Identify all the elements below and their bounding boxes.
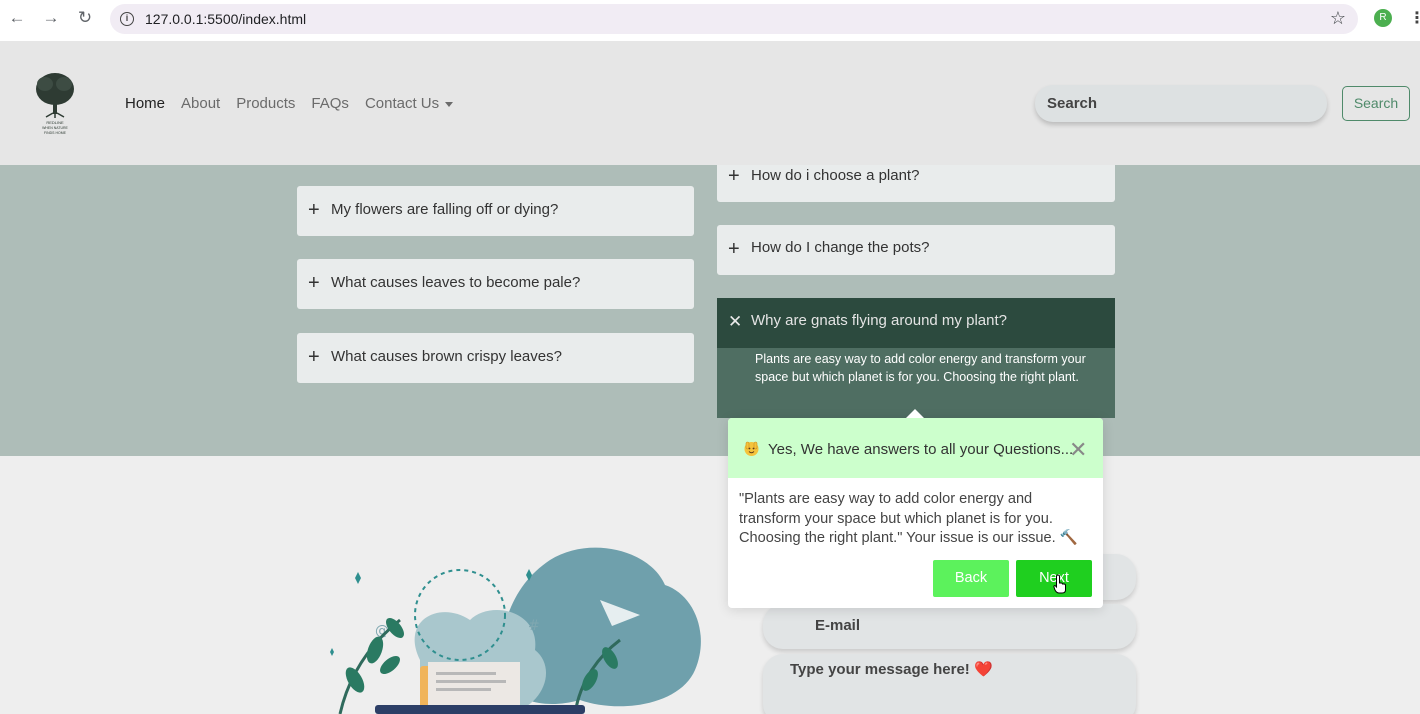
nav-link-products[interactable]: Products	[236, 95, 295, 112]
nav-link-contact-label: Contact Us	[364, 95, 440, 112]
faq-answer: Plants are easy way to add color energy …	[717, 348, 1115, 418]
plus-icon: +	[308, 346, 320, 368]
faq-item-open[interactable]: ✕ Why are gnats flying around my plant?	[717, 298, 1115, 348]
reload-icon[interactable]: ↻	[74, 7, 96, 29]
message-field[interactable]: Type your message here! ❤️	[763, 654, 1136, 714]
tree-logo-icon: REDLINE WHEN NATURE FINDS HOME	[36, 73, 74, 135]
svg-text:REDLINE: REDLINE	[46, 120, 64, 125]
site-logo[interactable]: REDLINE WHEN NATURE FINDS HOME	[30, 71, 80, 135]
raising-hands-emoji-icon	[744, 441, 759, 456]
back-button[interactable]: Back	[933, 560, 1009, 597]
profile-avatar[interactable]: R	[1374, 9, 1392, 27]
svg-text:FINDS HOME: FINDS HOME	[44, 131, 67, 135]
tour-popover: Yes, We have answers to all your Questio…	[728, 409, 1103, 608]
plus-icon: +	[308, 199, 320, 221]
email-field[interactable]: E-mail	[763, 604, 1136, 649]
faq-question: Why are gnats flying around my plant?	[751, 312, 1007, 329]
site-navbar: REDLINE WHEN NATURE FINDS HOME Home Abou…	[0, 41, 1420, 165]
plus-icon: +	[728, 238, 740, 260]
contact-section	[0, 456, 1420, 714]
search-input[interactable]: Search	[1035, 85, 1327, 122]
nav-link-contact[interactable]: Contact Us	[364, 95, 454, 112]
url-text[interactable]: 127.0.0.1:5500/index.html	[145, 11, 306, 27]
search-button[interactable]: Search	[1342, 86, 1410, 121]
nav-links: Home About Products FAQs Contact Us	[125, 95, 469, 112]
faq-item[interactable]: + My flowers are falling off or dying?	[297, 186, 694, 236]
nav-link-about[interactable]: About	[181, 95, 220, 112]
faq-question: How do I change the pots?	[751, 239, 930, 256]
back-arrow-icon[interactable]: ←	[6, 7, 28, 29]
nav-link-home[interactable]: Home	[125, 95, 165, 112]
close-icon[interactable]: ✕	[1069, 439, 1087, 461]
faq-item[interactable]: + How do I change the pots?	[717, 225, 1115, 275]
popover-body: "Plants are easy way to add color energy…	[739, 491, 1078, 546]
faq-section	[0, 165, 1420, 456]
hand-cursor-icon	[1053, 574, 1066, 594]
plus-icon: +	[728, 165, 740, 187]
address-bar[interactable]: i 127.0.0.1:5500/index.html ☆	[110, 4, 1358, 34]
browser-toolbar: ← → ↻ i 127.0.0.1:5500/index.html ☆ R ⋮	[0, 0, 1420, 41]
svg-text:WHEN NATURE: WHEN NATURE	[42, 126, 68, 130]
forward-arrow-icon[interactable]: →	[40, 7, 62, 29]
plus-icon: +	[308, 272, 320, 294]
faq-item[interactable]: + What causes brown crispy leaves?	[297, 333, 694, 383]
site-info-icon[interactable]: i	[120, 12, 134, 26]
popover-title: Yes, We have answers to all your Questio…	[768, 441, 1074, 458]
svg-text:#: #	[528, 618, 540, 634]
bookmark-star-icon[interactable]: ☆	[1330, 8, 1346, 29]
faq-question: My flowers are falling off or dying?	[331, 201, 559, 218]
faq-question: What causes brown crispy leaves?	[331, 348, 562, 365]
faq-question: How do i choose a plant?	[751, 167, 920, 184]
faq-question: What causes leaves to become pale?	[331, 274, 581, 291]
faq-item[interactable]: + How do i choose a plant?	[717, 165, 1115, 202]
close-icon: ✕	[728, 312, 743, 331]
caret-down-icon	[445, 101, 454, 107]
faq-item[interactable]: + What causes leaves to become pale?	[297, 259, 694, 309]
popover-header: Yes, We have answers to all your Questio…	[728, 418, 1103, 478]
browser-menu-icon[interactable]: ⋮	[1409, 8, 1420, 28]
contact-illustration: @ #	[330, 547, 701, 714]
nav-link-faqs[interactable]: FAQs	[311, 95, 349, 112]
